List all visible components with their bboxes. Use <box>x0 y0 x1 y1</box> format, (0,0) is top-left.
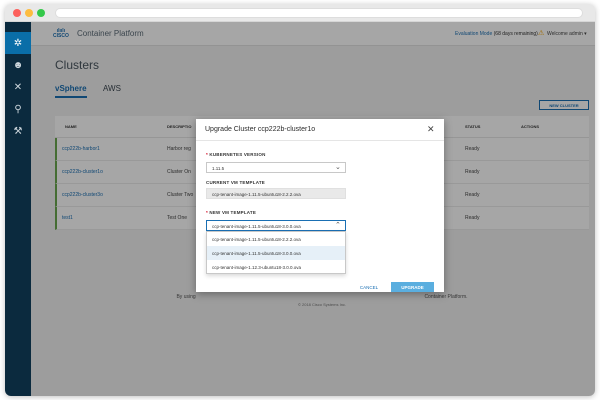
current-vm-template-field: ccp-tenant-image-1.11.5-ubuntu18-2.2.2.o… <box>206 188 346 199</box>
new-vm-template-select[interactable]: ccp-tenant-image-1.11.5-ubuntu18-3.0.0.o… <box>206 220 346 231</box>
browser-window: ✲ ☻ ✕ ⚲ ⚒ ılıılı CISCO Container Platfor… <box>5 4 595 396</box>
nav-settings[interactable]: ⚒ <box>5 120 31 142</box>
close-icon[interactable]: ✕ <box>427 124 435 135</box>
new-vm-template-value: ccp-tenant-image-1.11.5-ubuntu18-3.0.0.o… <box>212 224 301 229</box>
dropdown-option-selected[interactable]: ccp-tenant-image-1.11.5-ubuntu18-3.0.0.o… <box>207 246 345 260</box>
address-bar[interactable] <box>55 8 583 18</box>
users-icon: ☻ <box>12 59 24 71</box>
nav-tools[interactable]: ✕ <box>5 76 31 98</box>
kubernetes-version-value: 1.11.5 <box>212 166 225 171</box>
kubernetes-version-select[interactable]: 1.11.5 ⌄ <box>206 162 346 173</box>
dialog-header: Upgrade Cluster ccp222b-cluster1o ✕ <box>196 119 444 141</box>
app-main: ılıılı CISCO Container Platform Evaluati… <box>31 22 595 396</box>
dropdown-option[interactable]: ccp-tenant-image-1.12.3-ubuntu18-3.0.0.o… <box>207 260 345 274</box>
chevron-up-icon: ⌃ <box>335 222 341 229</box>
nav-users[interactable]: ☻ <box>5 54 31 76</box>
dialog-title: Upgrade Cluster ccp222b-cluster1o <box>205 126 316 133</box>
maximize-window-icon[interactable] <box>37 9 45 17</box>
vm-template-dropdown: ccp-tenant-image-1.11.5-ubuntu18-2.2.2.o… <box>206 231 346 274</box>
new-vm-template-label: * NEW VM TEMPLATE <box>206 210 257 215</box>
wrench-icon: ⚒ <box>13 125 23 137</box>
sidebar: ✲ ☻ ✕ ⚲ ⚒ <box>5 22 31 396</box>
upgrade-cluster-dialog: Upgrade Cluster ccp222b-cluster1o ✕ * KU… <box>196 119 444 292</box>
close-window-icon[interactable] <box>13 9 21 17</box>
tools-icon: ✕ <box>13 81 23 93</box>
browser-titlebar <box>5 4 595 22</box>
upgrade-button[interactable]: UPGRADE <box>391 282 434 292</box>
minimize-window-icon[interactable] <box>25 9 33 17</box>
cancel-button[interactable]: CANCEL <box>354 282 384 292</box>
nav-location[interactable]: ⚲ <box>5 98 31 120</box>
dropdown-option[interactable]: ccp-tenant-image-1.11.5-ubuntu18-2.2.2.o… <box>207 232 345 246</box>
kubernetes-version-label: * KUBERNETES VERSION <box>206 152 266 157</box>
cluster-icon: ✲ <box>13 37 23 49</box>
current-vm-template-label: CURRENT VM TEMPLATE <box>206 180 265 185</box>
current-vm-template-value: ccp-tenant-image-1.11.5-ubuntu18-2.2.2.o… <box>212 192 301 197</box>
nav-clusters[interactable]: ✲ <box>5 32 31 54</box>
location-icon: ⚲ <box>14 103 22 115</box>
chevron-down-icon: ⌄ <box>335 164 341 171</box>
